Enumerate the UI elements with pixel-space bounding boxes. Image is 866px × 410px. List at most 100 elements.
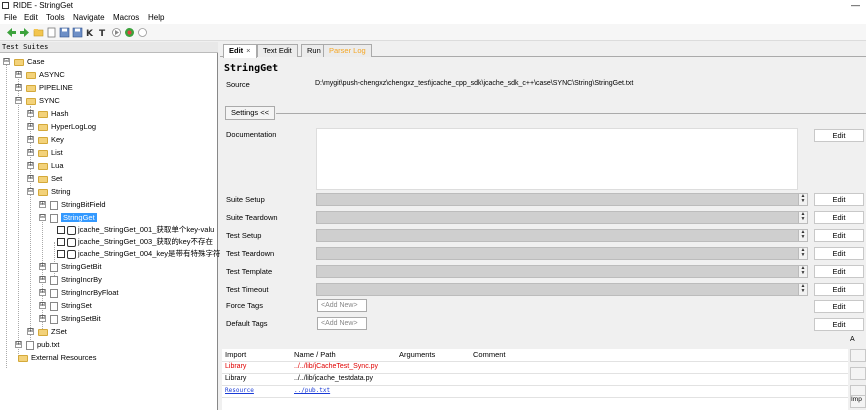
tree-node-list[interactable]: ⊞ List <box>27 147 63 158</box>
expand-icon[interactable]: ⊞ <box>27 123 34 130</box>
expand-icon[interactable]: ⊞ <box>27 136 34 143</box>
tree-node-stringset[interactable]: ⊞ StringSet <box>39 300 92 311</box>
tree-node-pub-txt[interactable]: ⊞ pub.txt <box>15 339 60 350</box>
test-setup-field[interactable]: ▲ ▼ <box>316 229 808 242</box>
tree-node-pipeline[interactable]: ⊞ PIPELINE <box>15 82 73 93</box>
tree-node-hyperloglog[interactable]: ⊞ HyperLogLog <box>27 121 96 132</box>
test-timeout-edit-button[interactable]: Edit <box>814 283 864 296</box>
tree-node-stringbitfield[interactable]: ⊞ StringBitField <box>39 199 106 210</box>
default-tags-edit-button[interactable]: Edit <box>814 318 864 331</box>
force-tags-add-new[interactable]: <Add New> <box>317 299 367 312</box>
suite-setup-edit-button[interactable]: Edit <box>814 193 864 206</box>
tree-node-stringget[interactable]: ⊟ StringGet <box>39 212 97 223</box>
tab-edit[interactable]: Edit × <box>223 44 257 58</box>
test-icon[interactable]: T <box>98 27 109 38</box>
tree-node-stringincrby[interactable]: ⊞ StringIncrBy <box>39 274 102 285</box>
expand-icon[interactable]: ⊞ <box>27 110 34 117</box>
suite-setup-field[interactable]: ▲ ▼ <box>316 193 808 206</box>
expand-icon[interactable]: ⊞ <box>39 315 46 322</box>
save-all-icon[interactable] <box>72 27 83 38</box>
spin-control[interactable]: ▲ ▼ <box>798 194 807 205</box>
open-folder-icon[interactable] <box>33 27 44 38</box>
tree-node-test-004[interactable]: jcache_StringGet_004_key是带有特殊字符 <box>57 248 221 259</box>
import-button[interactable]: Imp <box>850 395 866 408</box>
tree-node-key[interactable]: ⊞ Key <box>27 134 64 145</box>
documentation-field[interactable] <box>316 128 798 190</box>
collapse-icon[interactable]: ⊟ <box>27 188 34 195</box>
tree-node-label: SYNC <box>39 96 60 105</box>
tab-parser-log[interactable]: Parser Log <box>323 44 372 57</box>
expand-icon[interactable]: ⊞ <box>27 175 34 182</box>
tree-node-sync[interactable]: ⊟ SYNC <box>15 95 60 106</box>
back-arrow-icon[interactable] <box>6 27 17 38</box>
tree-node-stringgetbit[interactable]: ⊞ StringGetBit <box>39 261 101 272</box>
save-icon[interactable] <box>59 27 70 38</box>
import-side-button[interactable] <box>850 367 866 380</box>
expand-icon[interactable]: ⊞ <box>27 162 34 169</box>
test-checkbox[interactable] <box>57 226 65 235</box>
spin-control[interactable]: ▲ ▼ <box>798 248 807 259</box>
test-template-edit-button[interactable]: Edit <box>814 265 864 278</box>
forward-arrow-icon[interactable] <box>19 27 30 38</box>
tree-node-test-001[interactable]: jcache_StringGet_001_获取单个key-valu <box>57 224 214 235</box>
settings-toggle-button[interactable]: Settings << <box>225 106 275 120</box>
import-side-button[interactable] <box>850 349 866 362</box>
spin-control[interactable]: ▲ ▼ <box>798 266 807 277</box>
menu-macros[interactable]: Macros <box>113 13 139 22</box>
tree-node-zset[interactable]: ⊞ ZSet <box>27 326 67 337</box>
spin-control[interactable]: ▲ ▼ <box>798 284 807 295</box>
new-file-icon[interactable] <box>46 27 57 38</box>
documentation-edit-button[interactable]: Edit <box>814 129 864 142</box>
spin-control[interactable]: ▲ ▼ <box>798 230 807 241</box>
test-timeout-field[interactable]: ▲ ▼ <box>316 283 808 296</box>
suite-teardown-field[interactable]: ▲ ▼ <box>316 211 808 224</box>
search-icon[interactable] <box>137 27 148 38</box>
tree-node-lua[interactable]: ⊞ Lua <box>27 160 64 171</box>
tree-node-test-003[interactable]: jcache_StringGet_003_获取的key不存在 <box>57 236 213 247</box>
menu-help[interactable]: Help <box>148 13 164 22</box>
minimize-button[interactable]: — <box>851 0 860 10</box>
add-import-button[interactable]: A <box>850 336 866 349</box>
collapse-icon[interactable]: ⊟ <box>39 214 46 221</box>
suite-teardown-edit-button[interactable]: Edit <box>814 211 864 224</box>
test-setup-edit-button[interactable]: Edit <box>814 229 864 242</box>
menu-edit[interactable]: Edit <box>24 13 38 22</box>
tree-node-label-selected: StringGet <box>61 213 97 222</box>
expand-icon[interactable]: ⊞ <box>27 149 34 156</box>
expand-icon[interactable]: ⊞ <box>39 201 46 208</box>
stop-icon[interactable] <box>124 27 135 38</box>
tree-node-string[interactable]: ⊟ String <box>27 186 71 197</box>
expand-icon[interactable]: ⊞ <box>39 276 46 283</box>
test-teardown-edit-button[interactable]: Edit <box>814 247 864 260</box>
expand-icon[interactable]: ⊞ <box>39 289 46 296</box>
expand-icon[interactable]: ⊞ <box>15 84 22 91</box>
force-tags-edit-button[interactable]: Edit <box>814 300 864 313</box>
tree-node-async[interactable]: ⊞ ASYNC <box>15 69 65 80</box>
test-checkbox[interactable] <box>57 250 65 259</box>
menu-file[interactable]: File <box>4 13 17 22</box>
expand-icon[interactable]: ⊞ <box>39 263 46 270</box>
tree-node-hash[interactable]: ⊞ Hash <box>27 108 69 119</box>
tree-node-stringsetbit[interactable]: ⊞ StringSetBit <box>39 313 101 324</box>
expand-icon[interactable]: ⊞ <box>15 71 22 78</box>
collapse-icon[interactable]: ⊟ <box>3 58 10 65</box>
test-template-field[interactable]: ▲ ▼ <box>316 265 808 278</box>
expand-icon[interactable]: ⊞ <box>27 328 34 335</box>
spin-control[interactable]: ▲ ▼ <box>798 212 807 223</box>
tree-node-case[interactable]: ⊟ Case <box>3 56 45 67</box>
default-tags-add-new[interactable]: <Add New> <box>317 317 367 330</box>
collapse-icon[interactable]: ⊟ <box>15 97 22 104</box>
menu-navigate[interactable]: Navigate <box>73 13 105 22</box>
menu-tools[interactable]: Tools <box>46 13 65 22</box>
test-checkbox[interactable] <box>57 238 65 247</box>
tree-node-set[interactable]: ⊞ Set <box>27 173 62 184</box>
expand-icon[interactable]: ⊞ <box>15 341 22 348</box>
expand-icon[interactable]: ⊞ <box>39 302 46 309</box>
test-teardown-field[interactable]: ▲ ▼ <box>316 247 808 260</box>
tab-text-edit[interactable]: Text Edit <box>257 44 298 57</box>
tree-node-stringincrbyfloat[interactable]: ⊞ StringIncrByFloat <box>39 287 119 298</box>
close-tab-icon[interactable]: × <box>246 46 250 55</box>
run-icon[interactable] <box>111 27 122 38</box>
keyword-icon[interactable]: K <box>85 27 96 38</box>
tree-node-external-resources[interactable]: External Resources <box>18 352 96 363</box>
